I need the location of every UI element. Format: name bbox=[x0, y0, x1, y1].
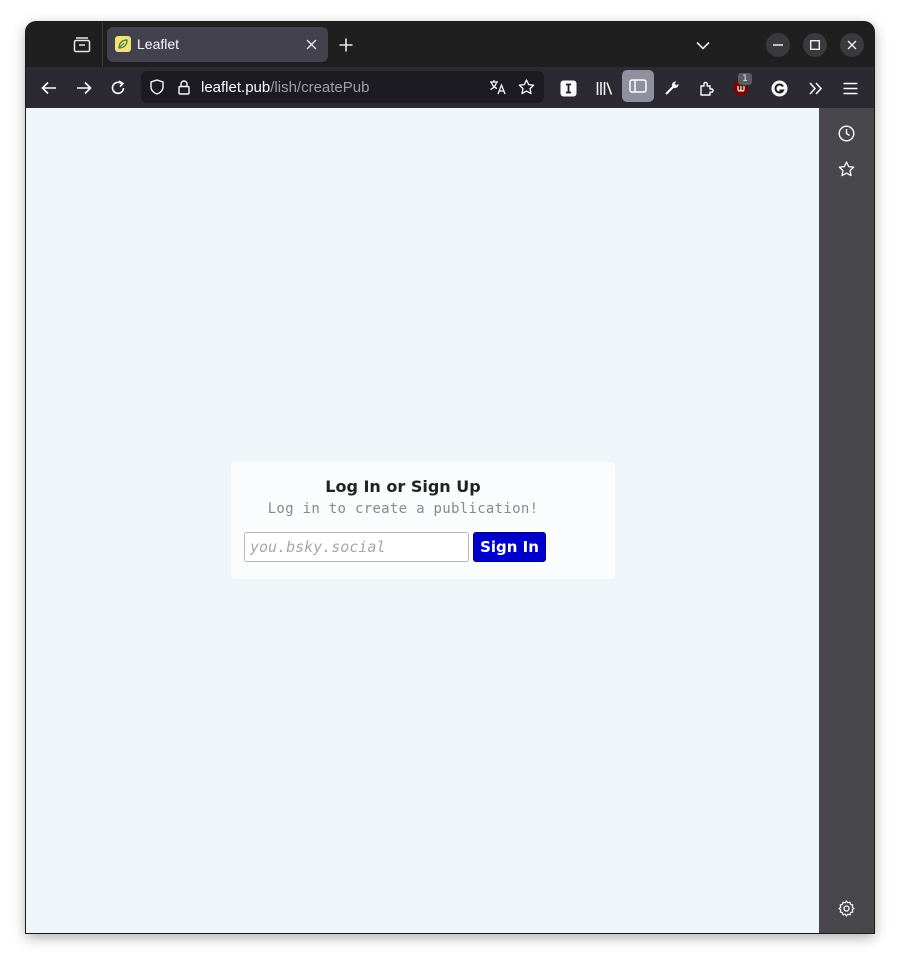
page-content: Log In or Sign Up Log in to create a pub… bbox=[26, 108, 819, 933]
bookmark-star-icon[interactable] bbox=[516, 77, 536, 97]
sidebar-toggle-icon[interactable] bbox=[622, 70, 654, 102]
lock-icon[interactable] bbox=[175, 78, 193, 96]
title-bar: Leaflet bbox=[26, 22, 874, 67]
maximize-icon[interactable] bbox=[803, 33, 827, 57]
url-bar[interactable]: leaflet.pub/lish/createPub bbox=[141, 71, 544, 103]
puzzle-icon[interactable] bbox=[697, 78, 717, 98]
history-icon[interactable] bbox=[836, 123, 856, 143]
shield-icon[interactable] bbox=[148, 78, 166, 96]
menu-icon[interactable] bbox=[840, 78, 860, 98]
browser-window: Leaflet leaflet.pub/lish/createPub 1 Log… bbox=[26, 22, 874, 933]
overflow-icon[interactable] bbox=[806, 78, 826, 98]
back-icon[interactable] bbox=[39, 78, 59, 98]
navigation-toolbar: leaflet.pub/lish/createPub 1 bbox=[26, 67, 874, 108]
favicon-leaf-icon bbox=[115, 36, 131, 52]
minimize-icon[interactable] bbox=[766, 33, 790, 57]
handle-input[interactable] bbox=[244, 532, 469, 562]
login-title: Log In or Sign Up bbox=[325, 477, 481, 496]
settings-icon[interactable] bbox=[836, 898, 856, 918]
sign-in-button[interactable]: Sign In bbox=[473, 532, 546, 562]
url-host: leaflet.pub bbox=[201, 79, 271, 96]
tab-list-chevron-icon[interactable] bbox=[694, 37, 712, 53]
titlebar-divider bbox=[102, 22, 103, 67]
close-window-icon[interactable] bbox=[840, 33, 864, 57]
reload-icon[interactable] bbox=[108, 78, 128, 98]
bookmarks-icon[interactable] bbox=[836, 159, 856, 179]
extension-badge: 1 bbox=[738, 73, 752, 85]
wrench-icon[interactable] bbox=[662, 78, 682, 98]
tab-title: Leaflet bbox=[137, 36, 180, 52]
library-icon[interactable] bbox=[594, 78, 614, 98]
login-subtitle: Log in to create a publication! bbox=[267, 501, 539, 517]
tab-leaflet[interactable]: Leaflet bbox=[107, 27, 328, 62]
forward-icon[interactable] bbox=[74, 78, 94, 98]
browser-sidebar bbox=[819, 108, 874, 933]
new-tab-icon[interactable] bbox=[337, 36, 355, 54]
url-text[interactable]: leaflet.pub/lish/createPub bbox=[201, 79, 369, 96]
translate-icon[interactable] bbox=[488, 77, 508, 97]
grammarly-icon[interactable] bbox=[769, 78, 789, 98]
close-tab-icon[interactable] bbox=[304, 37, 318, 51]
login-card: Log In or Sign Up Log in to create a pub… bbox=[231, 462, 615, 579]
url-path: /lish/createPub bbox=[270, 79, 370, 96]
extension-i-icon[interactable] bbox=[558, 78, 578, 98]
tab-overview-icon[interactable] bbox=[72, 35, 92, 55]
